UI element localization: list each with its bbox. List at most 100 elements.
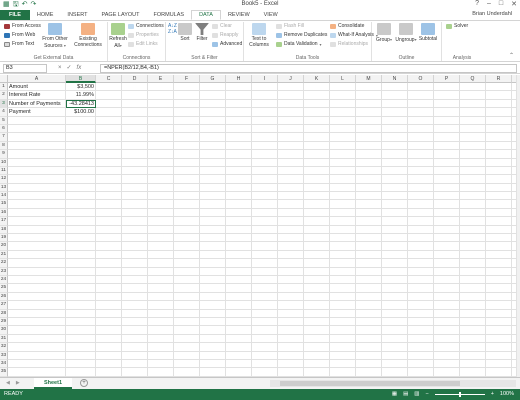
cell-h7[interactable] <box>226 133 252 142</box>
cell-e6[interactable] <box>148 124 174 134</box>
cell-i31[interactable] <box>252 334 278 344</box>
cell-d25[interactable] <box>122 284 148 293</box>
cell-i32[interactable] <box>252 343 278 352</box>
cell-p13[interactable] <box>434 183 460 193</box>
cell-g8[interactable] <box>200 141 226 151</box>
cell-g30[interactable] <box>200 326 226 335</box>
cell-j29[interactable] <box>278 317 304 327</box>
cell-g17[interactable] <box>200 217 226 226</box>
cell-f26[interactable] <box>174 292 200 302</box>
cell-d17[interactable] <box>122 217 148 226</box>
cell-c34[interactable] <box>96 359 122 369</box>
cell-b29[interactable] <box>66 317 96 327</box>
cell-k33[interactable] <box>304 351 330 360</box>
column-header[interactable]: Q <box>460 75 486 83</box>
cell-e16[interactable] <box>148 208 174 218</box>
sheet-tab-sheet1[interactable]: Sheet1 <box>34 378 72 389</box>
row-header[interactable]: 15 <box>0 200 8 209</box>
solver-button[interactable]: Solver <box>446 23 468 29</box>
cell-g32[interactable] <box>200 343 226 352</box>
cell-q9[interactable] <box>460 150 486 159</box>
cell-d18[interactable] <box>122 225 148 235</box>
cell-h24[interactable] <box>226 275 252 285</box>
cell-f23[interactable] <box>174 267 200 276</box>
cell-r4[interactable] <box>486 108 512 117</box>
cell-b5[interactable] <box>66 116 96 125</box>
cell-e30[interactable] <box>148 326 174 335</box>
cell-h10[interactable] <box>226 158 252 167</box>
cell-c13[interactable] <box>96 183 122 193</box>
cell-a29[interactable] <box>8 317 66 327</box>
column-header[interactable]: N <box>382 75 408 83</box>
cell-b21[interactable] <box>66 250 96 260</box>
cell-l16[interactable] <box>330 208 356 218</box>
cell-p23[interactable] <box>434 267 460 276</box>
cell-h29[interactable] <box>226 317 252 327</box>
cell-h2[interactable] <box>226 91 252 100</box>
add-sheet-icon[interactable]: + <box>80 379 88 387</box>
cell-j23[interactable] <box>278 267 304 276</box>
cell-m12[interactable] <box>356 175 382 184</box>
cell-q33[interactable] <box>460 351 486 360</box>
cell-o15[interactable] <box>408 200 434 209</box>
cell-r21[interactable] <box>486 250 512 260</box>
cell-f10[interactable] <box>174 158 200 167</box>
cell-p6[interactable] <box>434 124 460 134</box>
cell-i11[interactable] <box>252 166 278 176</box>
from-web-button[interactable]: From Web <box>4 32 35 38</box>
cell-d19[interactable] <box>122 234 148 243</box>
cell-c6[interactable] <box>96 124 122 134</box>
cell-n26[interactable] <box>382 292 408 302</box>
cell-j13[interactable] <box>278 183 304 193</box>
cell-h17[interactable] <box>226 217 252 226</box>
cell-o16[interactable] <box>408 208 434 218</box>
cell-j25[interactable] <box>278 284 304 293</box>
cell-o12[interactable] <box>408 175 434 184</box>
cell-q26[interactable] <box>460 292 486 302</box>
cell-c16[interactable] <box>96 208 122 218</box>
page-break-view-icon[interactable]: ▥ <box>414 391 419 397</box>
vertical-scrollbar[interactable] <box>516 75 520 377</box>
cell-p18[interactable] <box>434 225 460 235</box>
cell-g6[interactable] <box>200 124 226 134</box>
cell-r3[interactable] <box>486 99 512 109</box>
cell-q21[interactable] <box>460 250 486 260</box>
tab-view[interactable]: VIEW <box>257 10 285 20</box>
cell-e33[interactable] <box>148 351 174 360</box>
cell-b4[interactable]: $100.00 <box>66 108 96 117</box>
cell-p22[interactable] <box>434 259 460 268</box>
cell-l1[interactable] <box>330 83 356 92</box>
cell-o25[interactable] <box>408 284 434 293</box>
cell-k23[interactable] <box>304 267 330 276</box>
column-header[interactable]: C <box>96 75 122 83</box>
cell-l35[interactable] <box>330 368 356 377</box>
cell-o6[interactable] <box>408 124 434 134</box>
row-header[interactable]: 26 <box>0 292 8 302</box>
cell-e14[interactable] <box>148 192 174 201</box>
cell-o23[interactable] <box>408 267 434 276</box>
cell-q7[interactable] <box>460 133 486 142</box>
cell-a23[interactable] <box>8 267 66 276</box>
cell-e29[interactable] <box>148 317 174 327</box>
cell-p10[interactable] <box>434 158 460 167</box>
cell-o9[interactable] <box>408 150 434 159</box>
cell-d9[interactable] <box>122 150 148 159</box>
column-header[interactable]: H <box>226 75 252 83</box>
cell-d21[interactable] <box>122 250 148 260</box>
cell-j1[interactable] <box>278 83 304 92</box>
cell-j6[interactable] <box>278 124 304 134</box>
cell-m1[interactable] <box>356 83 382 92</box>
cell-k8[interactable] <box>304 141 330 151</box>
cell-a19[interactable] <box>8 234 66 243</box>
cell-g12[interactable] <box>200 175 226 184</box>
cell-m29[interactable] <box>356 317 382 327</box>
zoom-level[interactable]: 100% <box>500 391 514 397</box>
cell-d34[interactable] <box>122 359 148 369</box>
cell-j33[interactable] <box>278 351 304 360</box>
cell-r30[interactable] <box>486 326 512 335</box>
cell-f6[interactable] <box>174 124 200 134</box>
cell-r11[interactable] <box>486 166 512 176</box>
from-other-sources-button[interactable]: From Other Sources ▾ <box>40 23 70 49</box>
cell-a15[interactable] <box>8 200 66 209</box>
horizontal-scroll-thumb[interactable] <box>280 381 460 386</box>
